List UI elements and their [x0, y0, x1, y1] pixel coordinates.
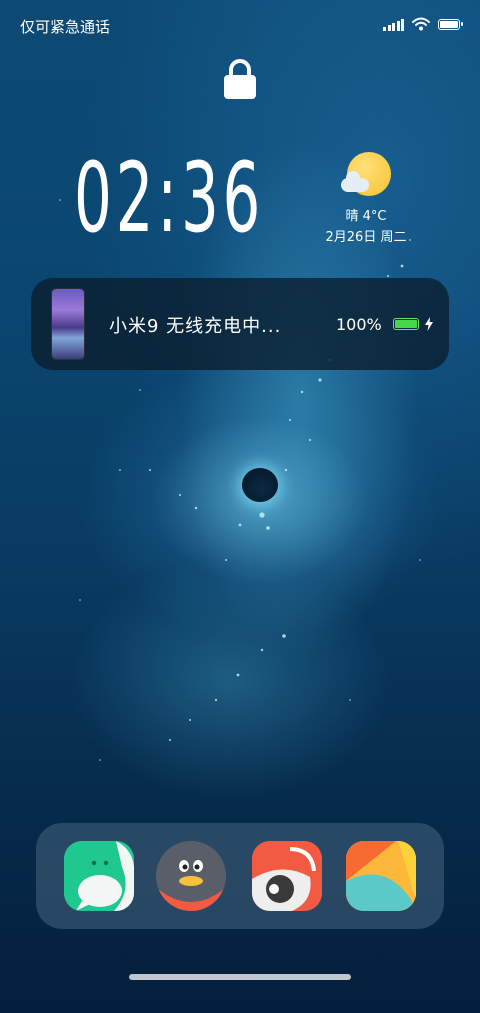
- emergency-calls-only-label: 仅可紧急通话: [20, 18, 111, 36]
- qq-app-icon[interactable]: [156, 841, 226, 911]
- phone-thumbnail: [51, 288, 85, 360]
- home-indicator[interactable]: [129, 974, 351, 980]
- wallpaper-planet: [242, 468, 278, 502]
- charging-battery-icon: [393, 318, 419, 330]
- charging-notification[interactable]: 小米9 无线充电中... 100%: [31, 278, 449, 370]
- gallery-app-icon[interactable]: [346, 841, 416, 911]
- partly-sunny-icon: [341, 152, 391, 200]
- wechat-app-icon[interactable]: [64, 841, 134, 911]
- wifi-icon: [412, 17, 430, 31]
- status-icons: [383, 17, 463, 31]
- weibo-app-icon[interactable]: [252, 841, 322, 911]
- weather-date: 2月26日 周二: [325, 230, 407, 245]
- lock-screen: 仅可紧急通话 02:36 晴 4°C 2月26日 周二 小米9 无线充电中...…: [0, 0, 480, 1013]
- weather-widget[interactable]: 晴 4°C 2月26日 周二: [318, 152, 414, 245]
- battery-icon: [438, 18, 463, 30]
- charging-title: 小米9 无线充电中...: [109, 316, 282, 337]
- charging-bolt-icon: [425, 317, 433, 331]
- signal-icon: [383, 18, 404, 31]
- battery-percent: 100%: [336, 315, 382, 334]
- weather-condition: 晴 4°C: [345, 209, 387, 224]
- app-dock: [36, 823, 444, 929]
- lock-clock: 02:36: [74, 142, 265, 254]
- lock-icon[interactable]: [222, 58, 258, 100]
